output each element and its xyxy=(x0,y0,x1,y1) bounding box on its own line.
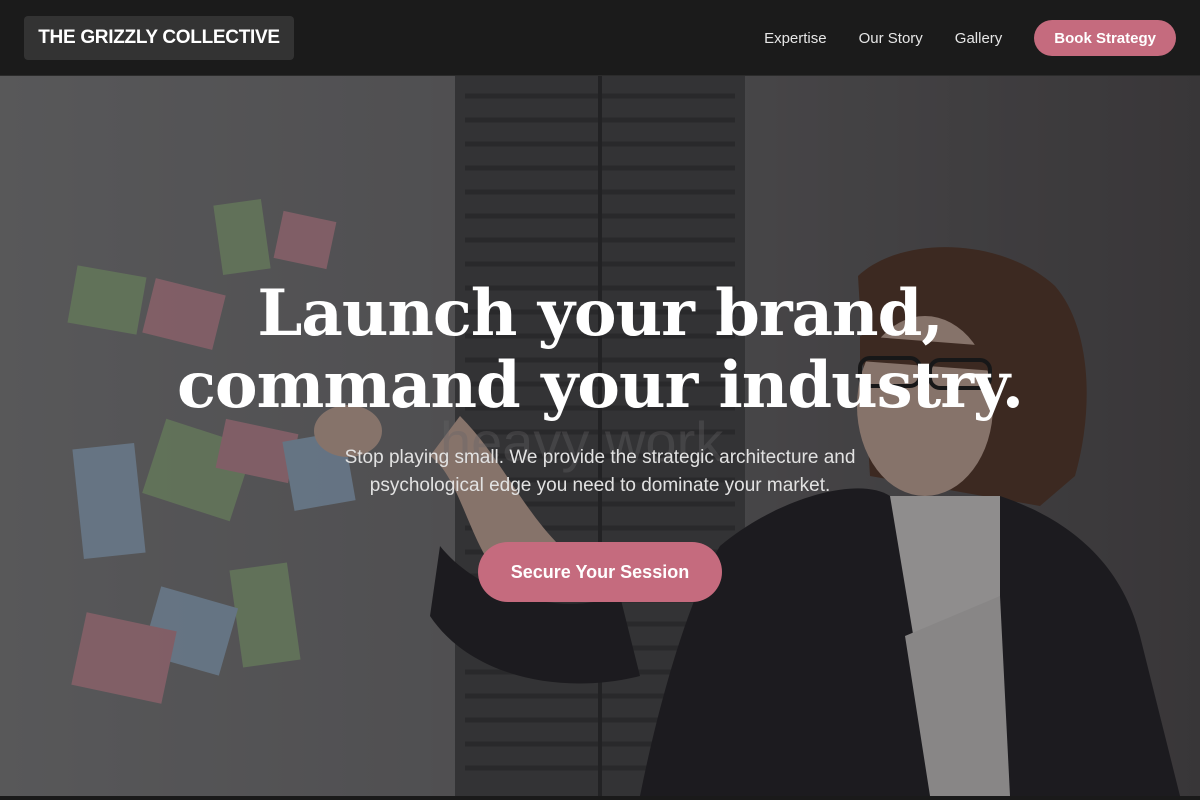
brand-logo[interactable]: THE GRIZZLY COLLECTIVE xyxy=(24,16,294,60)
page-bottom-edge xyxy=(0,796,1200,800)
hero-headline-line-1: Launch your brand, xyxy=(257,276,943,351)
nav-link-expertise[interactable]: Expertise xyxy=(764,30,827,47)
nav-link-gallery[interactable]: Gallery xyxy=(955,30,1003,47)
hero-headline-line-2: command your industry. xyxy=(176,348,1024,423)
secure-session-button[interactable]: Secure Your Session xyxy=(478,542,722,602)
top-navbar: THE GRIZZLY COLLECTIVE Expertise Our Sto… xyxy=(0,0,1200,76)
nav-link-our-story[interactable]: Our Story xyxy=(859,30,923,47)
hero-content: Launch your brand, command your industry… xyxy=(0,278,1200,602)
book-strategy-button[interactable]: Book Strategy xyxy=(1034,20,1176,56)
hero-headline: Launch your brand, command your industry… xyxy=(0,278,1200,422)
page: THE GRIZZLY COLLECTIVE Expertise Our Sto… xyxy=(0,0,1200,800)
hero-section: heavy work Launch your brand, command yo… xyxy=(0,76,1200,796)
nav-links: Expertise Our Story Gallery Book Strateg… xyxy=(764,0,1176,76)
hero-subtext: Stop playing small. We provide the strat… xyxy=(344,447,856,496)
